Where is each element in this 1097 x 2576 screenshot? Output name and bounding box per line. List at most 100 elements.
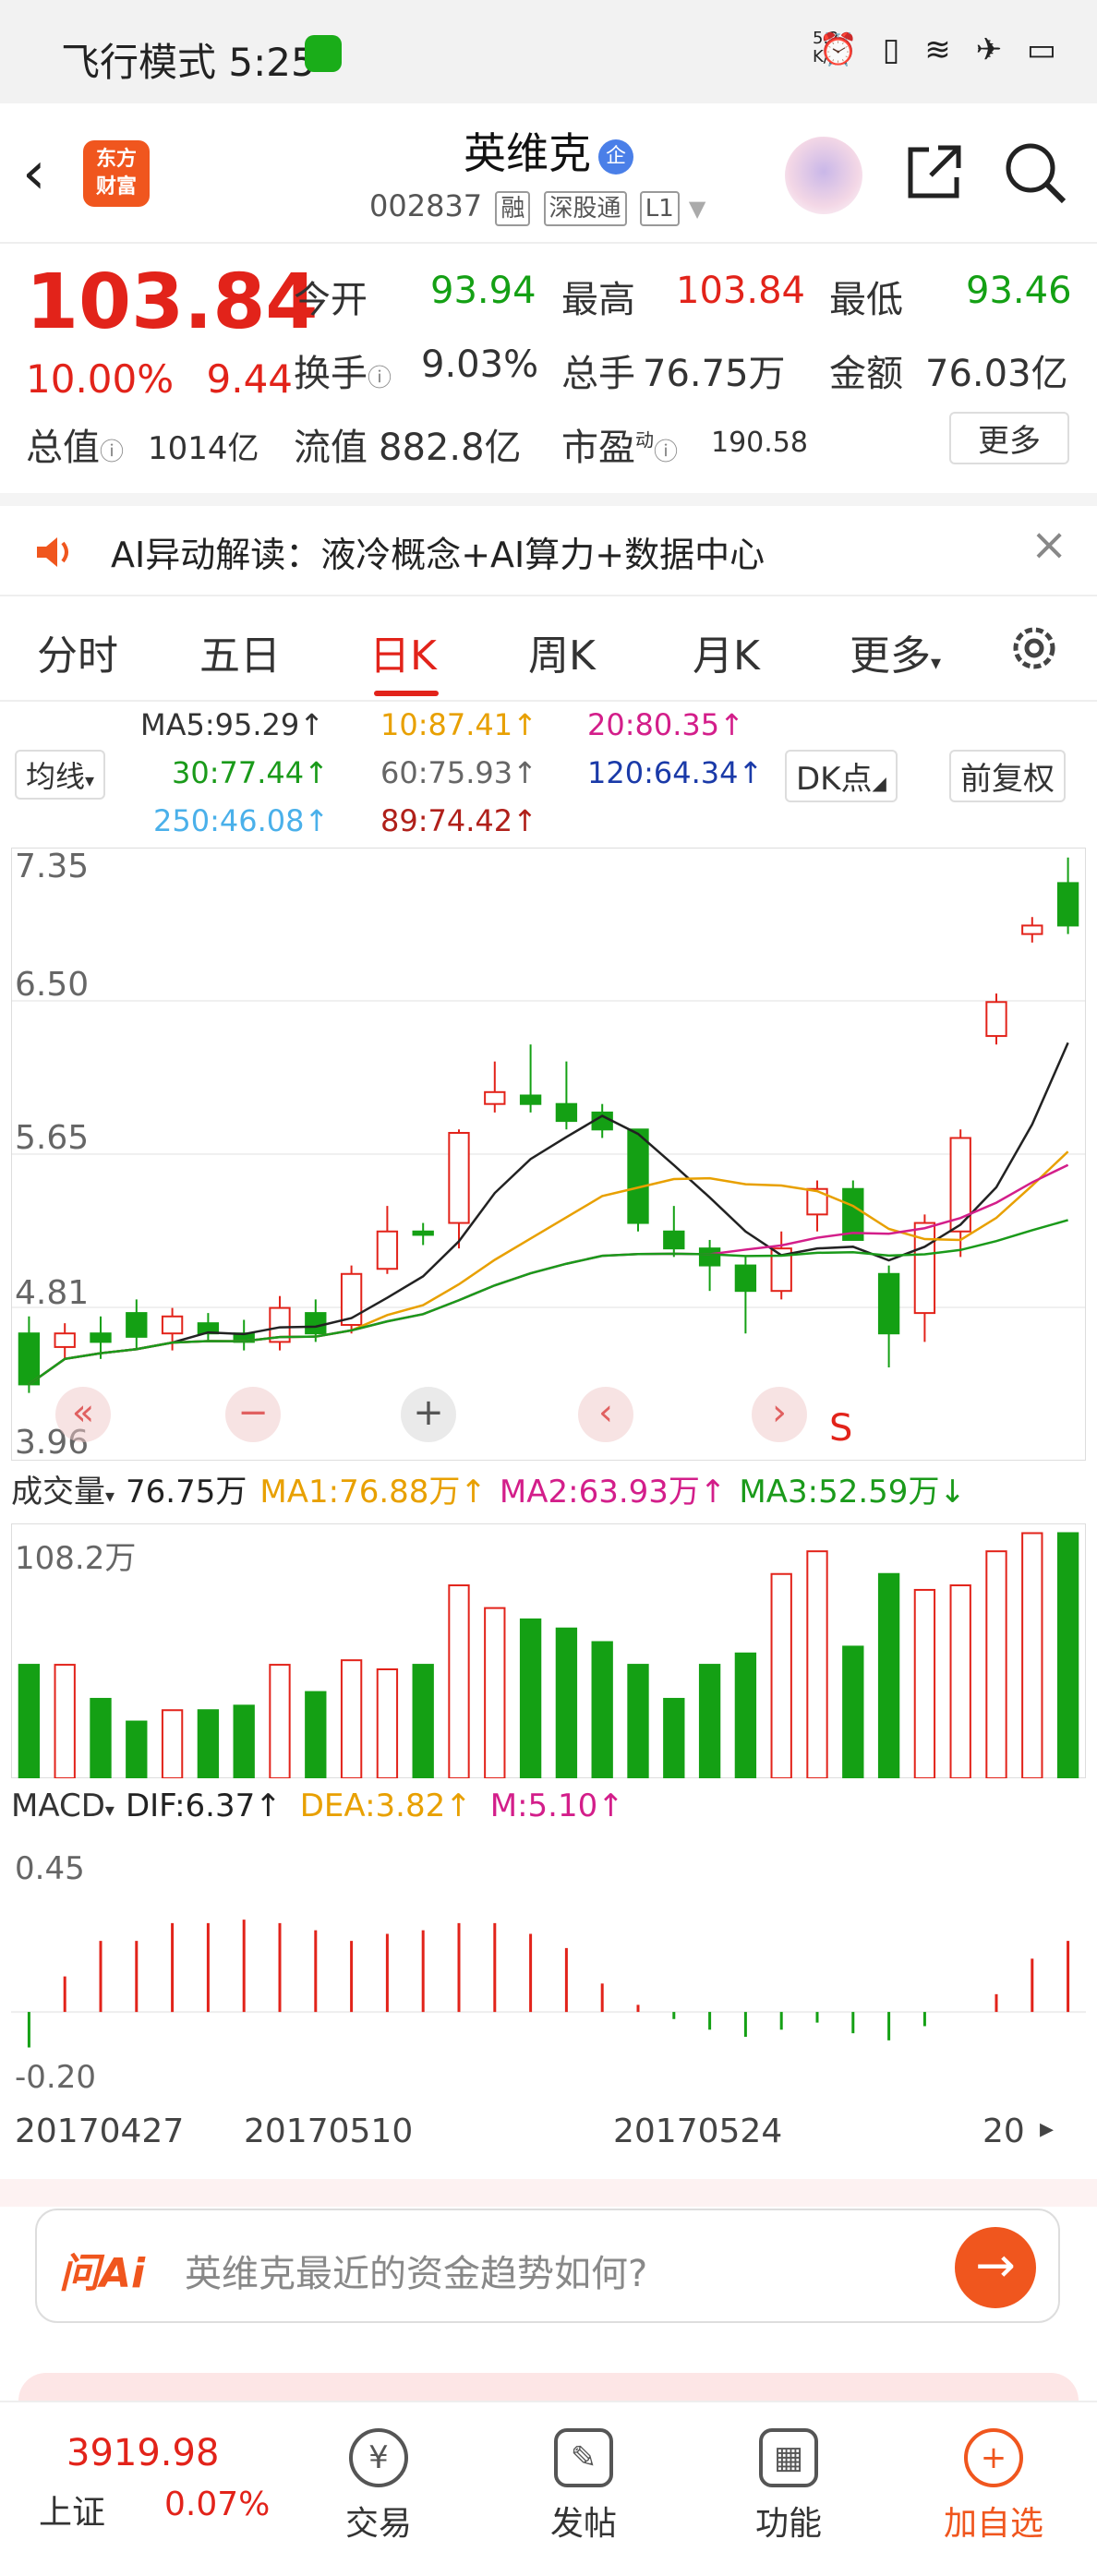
volume-bar xyxy=(233,1704,255,1778)
grid-icon: ▦ xyxy=(759,2428,818,2487)
ma-line xyxy=(28,1163,1069,1386)
volume-bar xyxy=(877,1572,900,1778)
candle xyxy=(1056,882,1079,927)
candle xyxy=(412,1230,434,1236)
volume-bar xyxy=(340,1659,363,1778)
index-name[interactable]: 上证 xyxy=(39,2486,105,2534)
mktcap-label[interactable]: 总值ⓘ xyxy=(26,417,124,471)
nav-add-watch[interactable]: + 加自选 xyxy=(929,2428,1058,2545)
dk-point-button[interactable]: DK点◢ xyxy=(785,750,898,802)
volume-bar xyxy=(18,1664,41,1778)
share-icon[interactable] xyxy=(901,140,966,205)
arrow-right-icon[interactable]: → xyxy=(955,2227,1036,2308)
volume-bar xyxy=(913,1588,936,1778)
info-icon[interactable]: ⓘ xyxy=(368,365,392,392)
tab-underline xyxy=(374,691,439,696)
float-label: 流值 xyxy=(294,427,368,469)
candle xyxy=(698,1247,721,1267)
ma10-value: 10:87.41↑ xyxy=(380,707,537,742)
price-axis-3: 5.65 xyxy=(15,1119,90,1157)
nav-post[interactable]: ✎ 发帖 xyxy=(519,2428,648,2545)
vol-ma3: MA3:52.59万↓ xyxy=(739,1474,966,1511)
ma-select[interactable]: 均线▾ xyxy=(15,750,106,800)
ask-ai-input[interactable]: 问Ai 英维克最近的资金趋势如何? → xyxy=(35,2209,1060,2323)
candle xyxy=(161,1315,184,1335)
prev-page-button[interactable]: « xyxy=(55,1387,111,1442)
candle xyxy=(1021,924,1043,935)
date-label: 20170524 xyxy=(613,2113,783,2150)
ask-ai-placeholder: 英维克最近的资金趋势如何? xyxy=(185,2253,648,2295)
tag-margin: 融 xyxy=(495,191,531,226)
candle xyxy=(376,1230,399,1270)
float-value: 882.8亿 xyxy=(379,427,522,469)
scroll-left-button[interactable]: ‹ xyxy=(578,1387,633,1442)
ai-banner[interactable]: AI异动解读：液冷概念+AI算力+数据中心 × xyxy=(0,493,1097,596)
macd-chart[interactable] xyxy=(11,1843,1086,2092)
status-bar: 飞行模式 5:25 5.2 K/s ⏰ ▯ ≋ ✈ ▭ xyxy=(0,0,1097,103)
high-label: 最高 xyxy=(561,279,635,321)
volume-bar xyxy=(54,1664,76,1778)
tag-level: L1 xyxy=(639,191,680,226)
volume-value: 76.75万 xyxy=(126,1474,247,1511)
chevron-down-icon[interactable]: ▼ xyxy=(689,196,705,222)
volume-chart[interactable] xyxy=(11,1523,1086,1778)
volume-bar xyxy=(627,1664,649,1778)
stock-code: 002837 xyxy=(369,188,483,223)
candle xyxy=(555,1102,578,1123)
tab-intraday[interactable]: 分时 xyxy=(37,622,118,681)
close-icon[interactable]: × xyxy=(1031,519,1067,571)
more-button[interactable]: 更多 xyxy=(949,412,1069,464)
candle xyxy=(448,1131,470,1224)
turnover-label[interactable]: 换手ⓘ xyxy=(294,343,392,397)
s-marker: S xyxy=(829,1407,853,1450)
volume-select[interactable]: 成交量▾ xyxy=(11,1466,115,1511)
tab-five-day[interactable]: 五日 xyxy=(199,622,281,681)
volume-bar xyxy=(806,1550,828,1778)
ma-line xyxy=(28,1219,1068,1386)
banner-text: AI异动解读：液冷概念+AI算力+数据中心 xyxy=(111,535,765,575)
info-icon[interactable]: ⓘ xyxy=(100,439,124,466)
candle xyxy=(663,1230,685,1250)
volume-bar xyxy=(448,1584,470,1778)
volume-bar xyxy=(90,1697,112,1778)
change-amt: 9.44 xyxy=(206,356,294,402)
tab-monthly-k[interactable]: 月K xyxy=(693,622,760,681)
volume-bar xyxy=(519,1618,542,1778)
tag-connect: 深股通 xyxy=(543,191,627,226)
nav-trade[interactable]: ¥ 交易 xyxy=(314,2428,443,2545)
candle xyxy=(18,1332,41,1386)
tab-more[interactable]: 更多▾ xyxy=(850,622,941,681)
yen-icon: ¥ xyxy=(349,2428,408,2487)
macd-dea: DEA:3.82↑ xyxy=(299,1788,472,1824)
scroll-right-button[interactable]: › xyxy=(752,1387,807,1442)
gear-icon[interactable] xyxy=(1007,620,1062,676)
pe-label[interactable]: 市盈动ⓘ xyxy=(561,417,678,471)
volume-bar xyxy=(1021,1532,1043,1778)
index-value[interactable]: 3919.98 xyxy=(66,2432,219,2474)
amount-value: 76.03亿 xyxy=(925,353,1068,395)
chart-tabs: 分时 五日 日K 周K 月K 更多▾ xyxy=(0,598,1097,702)
zoom-out-button[interactable]: − xyxy=(225,1387,281,1442)
candle xyxy=(54,1332,76,1348)
macd-select[interactable]: MACD▾ xyxy=(11,1788,115,1824)
volume-legend: 成交量▾ 76.75万 MA1:76.88万↑ MA2:63.93万↑ MA3:… xyxy=(11,1466,966,1511)
volume-label: 总手 xyxy=(561,353,635,395)
candle xyxy=(90,1332,112,1343)
adjust-button[interactable]: 前复权 xyxy=(949,750,1066,802)
avatar[interactable] xyxy=(785,137,862,214)
chevron-right-icon[interactable]: ▸ xyxy=(1040,2113,1054,2145)
search-icon[interactable] xyxy=(1003,140,1069,207)
tab-daily-k[interactable]: 日K xyxy=(369,622,437,681)
nav-functions[interactable]: ▦ 功能 xyxy=(724,2428,853,2545)
date-label: 20170427 xyxy=(15,2113,185,2150)
turnover-value: 9.03% xyxy=(421,343,539,386)
info-icon[interactable]: ⓘ xyxy=(654,439,678,466)
zoom-in-button[interactable]: + xyxy=(401,1387,456,1442)
volume-bar xyxy=(663,1697,685,1778)
volume-bar xyxy=(1056,1532,1079,1778)
volume-axis-max: 108.2万 xyxy=(15,1540,137,1577)
open-value: 93.94 xyxy=(430,270,536,312)
tab-weekly-k[interactable]: 周K xyxy=(528,622,596,681)
volume-bar xyxy=(555,1627,578,1778)
candlestick-chart[interactable] xyxy=(11,848,1086,1461)
